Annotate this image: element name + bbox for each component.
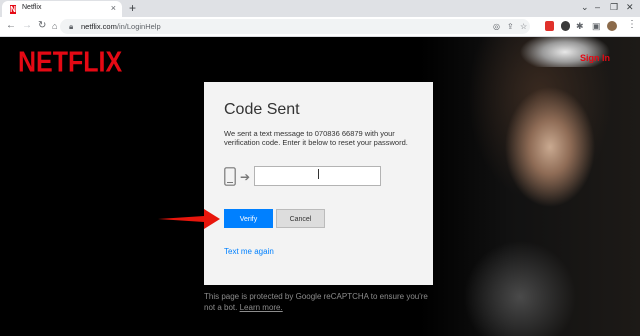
star-icon[interactable]: ☆ xyxy=(520,22,527,31)
netflix-logo[interactable]: NETFLIX xyxy=(18,46,122,79)
netflix-favicon-icon: N xyxy=(10,5,16,14)
menu-icon[interactable]: ⋮ xyxy=(627,19,637,31)
verify-button[interactable]: Verify xyxy=(224,209,273,228)
sign-in-link[interactable]: Sign In xyxy=(580,53,610,63)
arrow-right-icon: ➔ xyxy=(240,170,251,184)
reload-icon[interactable]: ↻ xyxy=(38,20,46,32)
close-tab-icon[interactable]: × xyxy=(111,3,116,13)
url-text: netflix.com/in/LoginHelp xyxy=(81,22,161,31)
learn-more-link[interactable]: Learn more. xyxy=(240,303,283,312)
chevron-down-icon[interactable]: ⌄ xyxy=(581,2,589,13)
tab-title: Netflix xyxy=(22,4,42,11)
restore-icon[interactable]: ❐ xyxy=(610,2,618,13)
phone-icon xyxy=(224,167,236,186)
lock-icon[interactable]: 🔒︎ xyxy=(69,22,73,32)
page-content: NETFLIX Sign In Code Sent We sent a text… xyxy=(0,37,640,336)
brave-shield-icon[interactable] xyxy=(545,21,554,31)
new-tab-icon[interactable]: + xyxy=(129,1,136,15)
tab-bar: N Netflix × + ⌄ – ❐ ✕ xyxy=(0,0,640,17)
hero-image xyxy=(420,37,640,336)
close-window-icon[interactable]: ✕ xyxy=(626,2,634,13)
forward-icon[interactable]: → xyxy=(22,20,32,32)
home-icon[interactable]: ⌂ xyxy=(52,20,57,32)
eye-slash-icon[interactable]: ◎ xyxy=(493,22,500,31)
pointer-arrow-icon xyxy=(158,209,220,229)
cancel-button[interactable]: Cancel xyxy=(276,209,325,228)
recaptcha-notice: This page is protected by Google reCAPTC… xyxy=(204,292,436,313)
text-me-again-link[interactable]: Text me again xyxy=(224,247,274,256)
share-icon[interactable]: ⇪ xyxy=(507,22,514,31)
browser-toolbar: ← → ↻ ⌂ 🔒︎ netflix.com/in/LoginHelp ◎ ⇪ … xyxy=(0,17,640,37)
tab-netflix[interactable]: N Netflix × xyxy=(2,1,122,17)
avatar[interactable] xyxy=(607,21,617,31)
recaptcha-text: This page is protected by Google reCAPTC… xyxy=(204,292,428,312)
side-panel-icon[interactable]: ▣ xyxy=(592,20,601,32)
minimize-icon[interactable]: – xyxy=(595,2,600,12)
puzzle-icon[interactable]: ✱ xyxy=(576,20,584,32)
back-icon[interactable]: ← xyxy=(6,20,16,32)
card-title: Code Sent xyxy=(224,101,300,118)
code-sent-card: Code Sent We sent a text message to 0708… xyxy=(204,82,433,285)
card-message: We sent a text message to 070836 66879 w… xyxy=(224,129,408,148)
address-bar[interactable]: 🔒︎ netflix.com/in/LoginHelp ◎ ⇪ ☆ xyxy=(60,19,530,34)
text-cursor xyxy=(318,169,319,179)
extension-icon[interactable] xyxy=(561,21,570,31)
